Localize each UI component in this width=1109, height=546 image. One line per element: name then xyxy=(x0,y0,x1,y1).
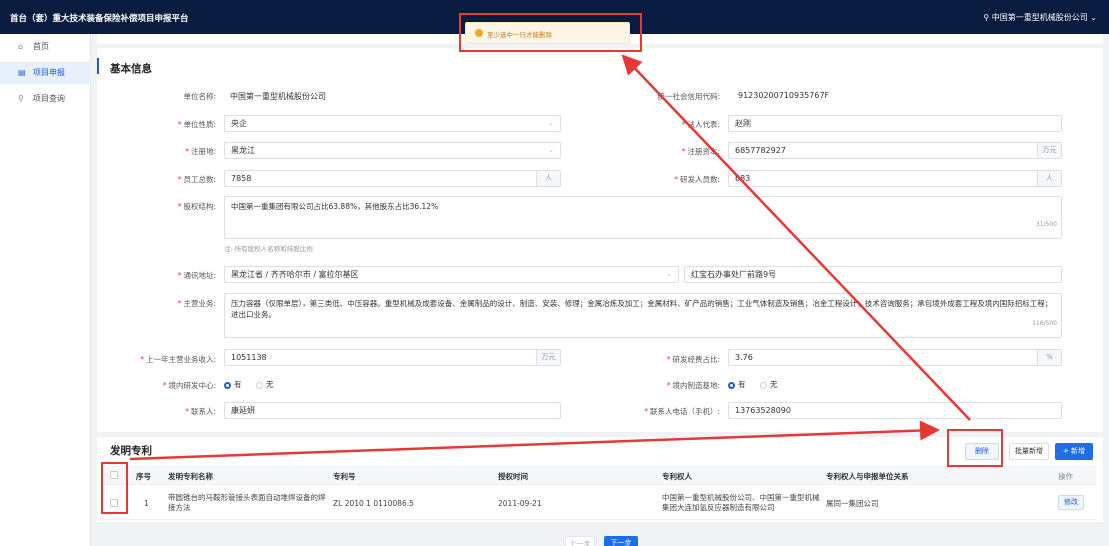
arrow-to-toast xyxy=(621,54,971,421)
arrow-to-delete xyxy=(129,420,940,461)
annotation-arrows xyxy=(129,54,971,461)
